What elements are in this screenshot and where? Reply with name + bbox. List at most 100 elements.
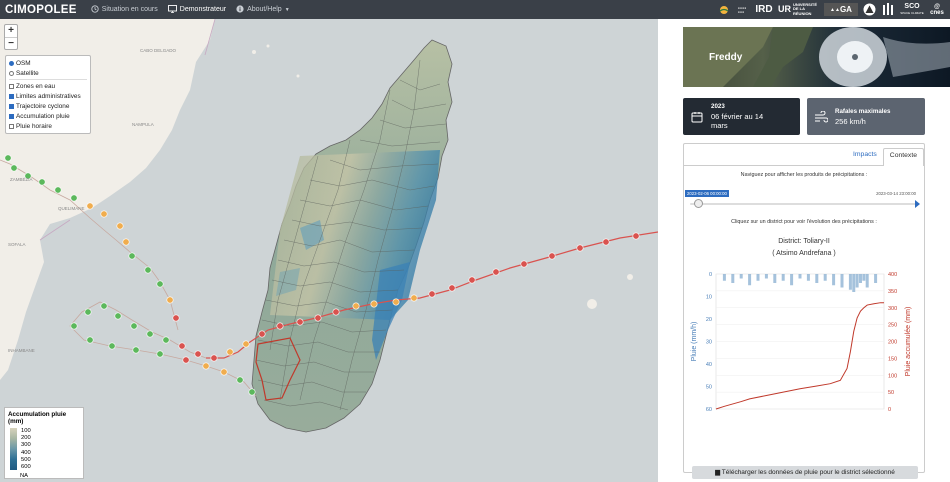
info-panel: Freddy 2023 06 février au 14 mars Rafale… — [658, 19, 950, 482]
base-layer-satellite[interactable]: Satellite — [9, 68, 87, 78]
checkbox-accumulation-pluie[interactable] — [9, 113, 14, 119]
map-canvas[interactable]: CABO DELGADO NAMPULA ZAMBÉZIA SOFALA INH… — [0, 19, 658, 482]
nav-about-dropdown[interactable]: About/Help ▼ — [236, 4, 290, 15]
radio-satellite[interactable] — [9, 70, 14, 76]
legend-tick: 500 — [21, 456, 31, 463]
place-label: ZAMBÉZIA — [10, 176, 33, 182]
nav-demonstrateur-label: Demonstrateur — [179, 6, 227, 13]
legend-tick: 100 — [21, 428, 31, 434]
rain-hourly-bar — [798, 274, 802, 279]
logo-triangle — [862, 3, 876, 16]
logo-text-small: ●●●● ●●● — [737, 5, 747, 14]
y-left-tick-label: 20 — [706, 317, 712, 323]
monitor-icon — [167, 4, 177, 15]
rain-legend: Accumulation pluie (mm) 100 200 300 400 … — [4, 407, 84, 479]
tab-contexte[interactable]: Contexte — [882, 148, 924, 166]
y-right-tick-label: 100 — [888, 373, 897, 379]
overlay-label: Trajectoire cyclone — [16, 102, 70, 110]
y-left-tick-label: 40 — [706, 362, 712, 368]
slider-end-label: 2023-03-14 23:00:00 — [876, 191, 916, 196]
map[interactable]: CABO DELGADO NAMPULA ZAMBÉZIA SOFALA INH… — [0, 19, 658, 482]
logo-cnes-text: cnes — [930, 9, 944, 16]
overlay-label: Limites administratives — [16, 92, 81, 100]
wind-card-label: Rafales maximales — [835, 107, 891, 115]
place-label: NAMPULA — [132, 122, 154, 127]
place-label: CABO DELGADO — [140, 48, 177, 53]
district-region: ( Atsimo Andrefana ) — [772, 250, 836, 257]
download-icon: ▆ — [715, 469, 722, 476]
y-left-tick-label: 60 — [706, 407, 712, 413]
calendar-icon — [683, 111, 711, 123]
zoom-out-button[interactable]: − — [5, 37, 17, 49]
brand-title[interactable]: CIMOPOLEE — [5, 4, 77, 16]
place-label: INHAMBANE — [8, 348, 35, 353]
rain-hourly-bar — [855, 274, 859, 288]
base-layer-satellite-label: Satellite — [16, 69, 39, 77]
wind-icon — [807, 110, 835, 123]
rain-hourly-bar — [790, 274, 794, 286]
rain-hourly-bar — [865, 274, 869, 288]
checkbox-trajectoire-cyclone[interactable] — [9, 103, 14, 109]
time-slider[interactable] — [690, 199, 920, 209]
logo-ird: IRD — [755, 4, 773, 15]
wind-card-value: 256 km/h — [835, 116, 866, 126]
y-right-tick-label: 250 — [888, 323, 897, 329]
tab-bar: Impacts Contexte — [847, 148, 924, 166]
slider-track[interactable] — [690, 203, 918, 205]
overlay-zones-en-eau[interactable]: Zones en eau — [9, 81, 87, 91]
overlay-trajectoire-cyclone[interactable]: Trajectoire cyclone — [9, 101, 87, 111]
rain-hourly-bar — [748, 274, 752, 286]
legend-tick: 600 — [21, 463, 31, 470]
nav-situation[interactable]: Situation en cours — [91, 4, 158, 15]
overlay-limites-administratives[interactable]: Limites administratives — [9, 91, 87, 101]
download-button[interactable]: ▆ Télécharger les données de pluie pour … — [692, 466, 918, 479]
checkbox-limites-administratives[interactable] — [9, 93, 14, 99]
tabs-container: Impacts Contexte Naviguez pour afficher … — [683, 143, 925, 479]
nav-demonstrateur[interactable]: Demonstrateur — [167, 4, 227, 15]
partner-logos: ●●●● ●●● IRD UR UNIVERSITÉ DE LA RÉUNION ▲… — [718, 2, 946, 17]
layers-divider — [9, 79, 87, 80]
hint-products: Naviguez pour afficher les produits de p… — [740, 172, 868, 178]
logo-bars — [880, 3, 896, 16]
base-layer-osm[interactable]: OSM — [9, 58, 87, 68]
play-icon[interactable] — [915, 200, 920, 208]
checkbox-pluie-horaire[interactable] — [9, 123, 14, 129]
y-left-axis-label: Pluie (mm/h) — [691, 322, 698, 362]
logo-sun — [718, 3, 730, 16]
navbar: CIMOPOLEE Situation en cours Demonstrate… — [0, 0, 950, 19]
date-card-label: 2023 — [711, 103, 725, 110]
rain-hourly-bar — [739, 274, 743, 279]
overlay-accumulation-pluie[interactable]: Accumulation pluie — [9, 111, 87, 121]
y-left-tick-label: 10 — [706, 295, 712, 301]
cyclone-banner: Freddy — [683, 27, 950, 87]
rain-hourly-bar — [840, 274, 844, 288]
y-right-tick-label: 300 — [888, 306, 897, 312]
rain-hourly-bar — [823, 274, 827, 281]
rain-hourly-bar — [862, 274, 866, 281]
tab-impacts[interactable]: Impacts — [847, 148, 883, 166]
info-icon — [236, 4, 244, 15]
nav-about-label: About/Help — [247, 6, 282, 13]
logo-universite-text: UNIVERSITÉ DE LA RÉUNION — [793, 1, 818, 16]
y-right-tick-label: 400 — [888, 272, 897, 278]
rain-hourly-bar — [781, 274, 785, 281]
place-label: SOFALA — [8, 242, 26, 247]
clock-icon — [91, 4, 99, 15]
logo-universite: UR UNIVERSITÉ DE LA RÉUNION — [778, 1, 818, 16]
rain-cumulative-line — [715, 302, 884, 410]
y-right-tick-label: 200 — [888, 340, 897, 346]
nav-situation-label: Situation en cours — [101, 6, 158, 13]
radio-osm[interactable] — [9, 60, 14, 66]
y-right-tick-label: 50 — [888, 390, 894, 396]
slider-handle[interactable] — [694, 199, 703, 208]
logo-sco: SCO SPACE CLIMATE — [900, 2, 924, 15]
y-right-tick-label: 0 — [888, 407, 891, 413]
rain-hourly-bar — [722, 274, 726, 281]
date-card-value-1: 06 février au 14 — [711, 112, 764, 121]
checkbox-zones-en-eau[interactable] — [9, 83, 14, 89]
wind-card: Rafales maximales 256 km/h — [807, 98, 925, 135]
district-name: District: Toliary-II — [778, 238, 830, 245]
zoom-in-button[interactable]: + — [5, 25, 17, 37]
overlay-label: Pluie horaire — [16, 122, 52, 130]
overlay-pluie-horaire[interactable]: Pluie horaire — [9, 121, 87, 131]
